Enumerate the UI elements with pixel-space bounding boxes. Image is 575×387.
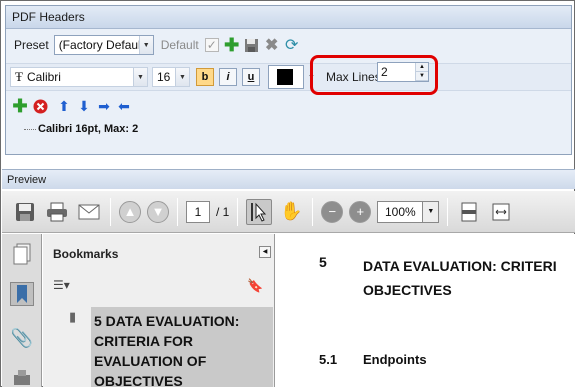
- zoom-in-icon[interactable]: +: [349, 200, 372, 223]
- remove-item-icon[interactable]: [31, 97, 49, 115]
- new-bookmark-icon[interactable]: 🔖: [247, 278, 263, 294]
- save-icon[interactable]: [243, 36, 261, 54]
- color-picker[interactable]: [268, 65, 304, 89]
- font-name: Calibri: [26, 70, 61, 84]
- select-tool-icon[interactable]: [246, 198, 273, 225]
- section-title-line: OBJECTIVES: [363, 282, 452, 298]
- preview-label: Preview: [2, 169, 575, 189]
- page-number-input[interactable]: 1: [186, 200, 210, 223]
- arrow-right-icon[interactable]: ➡: [95, 97, 113, 115]
- chevron-down-icon: ▼: [175, 68, 189, 86]
- attachments-icon[interactable]: 📎: [10, 326, 34, 350]
- highlight-box: [310, 55, 438, 95]
- preset-row: Preset (Factory Default) ▼ Default ✓ ✚ ✖…: [6, 33, 571, 57]
- preset-label: Preset: [14, 38, 49, 52]
- zoom-value: 100%: [384, 204, 416, 219]
- color-swatch: [277, 69, 293, 85]
- add-preset-icon[interactable]: ✚: [223, 35, 241, 55]
- page-up-icon[interactable]: ▲: [119, 200, 141, 223]
- font-size-value: 16: [157, 70, 171, 84]
- delete-icon[interactable]: ✖: [263, 36, 281, 54]
- refresh-icon[interactable]: ⟳: [283, 36, 301, 54]
- app-window: PDF Headers Preset (Factory Default) ▼ D…: [0, 0, 575, 387]
- italic-button[interactable]: i: [219, 68, 237, 86]
- bookmarks-title: Bookmarks: [53, 247, 119, 261]
- fit-width-icon[interactable]: [488, 199, 514, 225]
- bookmarks-icon[interactable]: [10, 282, 34, 306]
- save-icon[interactable]: [12, 199, 38, 225]
- pdf-toolbar: ▲ ▼ 1 / 1 ✋ − + 100% ▼: [2, 191, 575, 233]
- preset-value: (Factory Default): [58, 38, 139, 52]
- hand-tool-icon[interactable]: ✋: [278, 199, 304, 225]
- document-page: 5 DATA EVALUATION: CRITERI OBJECTIVES 5.…: [275, 234, 575, 387]
- bookmark-item[interactable]: ▮ 5 DATA EVALUATION: CRITERIA FOR EVALUA…: [69, 307, 273, 387]
- chevron-down-icon: ▼: [422, 201, 439, 222]
- preset-select[interactable]: (Factory Default) ▼: [53, 35, 154, 55]
- pages-icon[interactable]: [10, 242, 34, 266]
- options-icon[interactable]: ☰▾: [53, 278, 79, 294]
- font-size-select[interactable]: 16 ▼: [152, 67, 190, 87]
- section-number: 5: [319, 254, 327, 270]
- arrow-down-icon[interactable]: ⬇: [75, 97, 93, 115]
- section-title-line: DATA EVALUATION: CRITERI: [363, 258, 557, 274]
- bookmark-line: CRITERIA FOR: [94, 333, 194, 349]
- pdf-headers-panel: PDF Headers Preset (Factory Default) ▼ D…: [5, 5, 572, 155]
- subsection-number: 5.1: [319, 352, 338, 367]
- navigation-pane: 📎: [2, 234, 42, 387]
- underline-button[interactable]: u: [242, 68, 260, 86]
- bookmark-line: OBJECTIVES: [94, 373, 183, 387]
- collapse-icon[interactable]: ◀: [259, 246, 271, 258]
- print-icon[interactable]: [44, 199, 70, 225]
- tree-item-label: Calibri 16pt, Max: 2: [38, 123, 139, 135]
- default-checkbox[interactable]: ✓: [204, 38, 219, 52]
- bookmarks-panel: Bookmarks ◀ ☰▾ 🔖 ▮ 5 DATA EVALUATION: CR…: [43, 234, 275, 387]
- arrow-left-icon[interactable]: ⬅: [115, 97, 133, 115]
- email-icon[interactable]: [76, 199, 102, 225]
- items-toolbar: ✚ ⬆ ⬇ ➡ ⬅: [6, 95, 571, 117]
- chevron-down-icon: ▼: [138, 36, 153, 54]
- bookmark-line: 5 DATA EVALUATION:: [94, 313, 240, 329]
- fit-page-icon[interactable]: [456, 199, 482, 225]
- chevron-down-icon: ▼: [133, 68, 147, 86]
- font-row: Ŧ Calibri ▼ 16 ▼ b i u ▼ Max Lines:: [6, 63, 571, 91]
- font-type-icon: Ŧ: [15, 69, 23, 84]
- arrow-up-icon[interactable]: ⬆: [55, 97, 73, 115]
- font-select[interactable]: Ŧ Calibri ▼: [10, 67, 148, 87]
- default-label: Default: [160, 38, 199, 52]
- page-total: / 1: [216, 204, 230, 219]
- zoom-out-icon[interactable]: −: [321, 200, 344, 223]
- bookmark-line: EVALUATION OF: [94, 353, 207, 369]
- page-down-icon[interactable]: ▼: [147, 200, 169, 223]
- signatures-icon[interactable]: [10, 366, 34, 387]
- tree-item[interactable]: Calibri 16pt, Max: 2: [24, 123, 138, 135]
- add-item-icon[interactable]: ✚: [11, 96, 29, 116]
- section-title: DATA EVALUATION: CRITERI OBJECTIVES: [363, 254, 575, 302]
- zoom-select[interactable]: 100% ▼: [377, 200, 440, 223]
- bold-button[interactable]: b: [196, 68, 214, 86]
- bookmark-flag-icon: ▮: [69, 309, 77, 324]
- panel-title: PDF Headers: [6, 6, 571, 29]
- subsection-title: Endpoints: [363, 352, 427, 367]
